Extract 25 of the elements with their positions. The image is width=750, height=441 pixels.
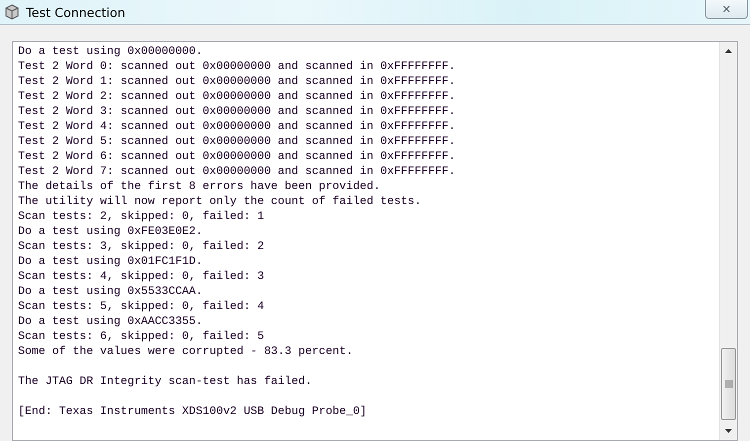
log-line: Scan tests: 4, skipped: 0, failed: 3 bbox=[18, 270, 266, 285]
log-line: The details of the first 8 errors have been provided. bbox=[18, 180, 382, 195]
log-line: Test 2 Word 0: scanned out 0x00000000 and scanned in 0xFFFFFFFF. bbox=[18, 60, 456, 75]
window-title: Test Connection bbox=[26, 4, 126, 20]
log-line: Test 2 Word 6: scanned out 0x00000000 and scanned in 0xFFFFFFFF. bbox=[18, 150, 456, 165]
log-line: [End: Texas Instruments XDS100v2 USB Debug Probe_0] bbox=[18, 405, 368, 420]
close-button[interactable]: ✕ bbox=[705, 0, 748, 19]
log-line: The JTAG DR Integrity scan-test has failed. bbox=[18, 375, 313, 390]
log-line: Scan tests: 3, skipped: 0, failed: 2 bbox=[18, 240, 266, 255]
log-line: Some of the values were corrupted - 83.3 percent. bbox=[18, 345, 354, 360]
log-line: Scan tests: 5, skipped: 0, failed: 4 bbox=[18, 300, 266, 315]
log-line: Test 2 Word 3: scanned out 0x00000000 and scanned in 0xFFFFFFFF. bbox=[18, 105, 456, 120]
log-line: Test 2 Word 7: scanned out 0x00000000 and scanned in 0xFFFFFFFF. bbox=[18, 165, 456, 180]
log-line: Test 2 Word 2: scanned out 0x00000000 and scanned in 0xFFFFFFFF. bbox=[18, 90, 456, 105]
log-line: Do a test using 0xAACC3355. bbox=[18, 315, 204, 330]
log-line: Test 2 Word 5: scanned out 0x00000000 and scanned in 0xFFFFFFFF. bbox=[18, 135, 456, 150]
log-line: Do a test using 0x5533CCAA. bbox=[18, 285, 204, 300]
log-line: Test 2 Word 4: scanned out 0x00000000 and scanned in 0xFFFFFFFF. bbox=[18, 120, 456, 135]
log-line: Do a test using 0xFE03E0E2. bbox=[18, 225, 204, 240]
log-line: Scan tests: 2, skipped: 0, failed: 1 bbox=[18, 210, 266, 225]
log-line: Do a test using 0x00000000. bbox=[18, 45, 204, 60]
log-line: Do a test using 0x01FC1F1D. bbox=[18, 255, 204, 270]
log-line: Scan tests: 6, skipped: 0, failed: 5 bbox=[18, 330, 266, 345]
log-line: Test 2 Word 1: scanned out 0x00000000 and scanned in 0xFFFFFFFF. bbox=[18, 75, 456, 90]
log-line: The utility will now report only the count of failed tests. bbox=[18, 195, 422, 210]
